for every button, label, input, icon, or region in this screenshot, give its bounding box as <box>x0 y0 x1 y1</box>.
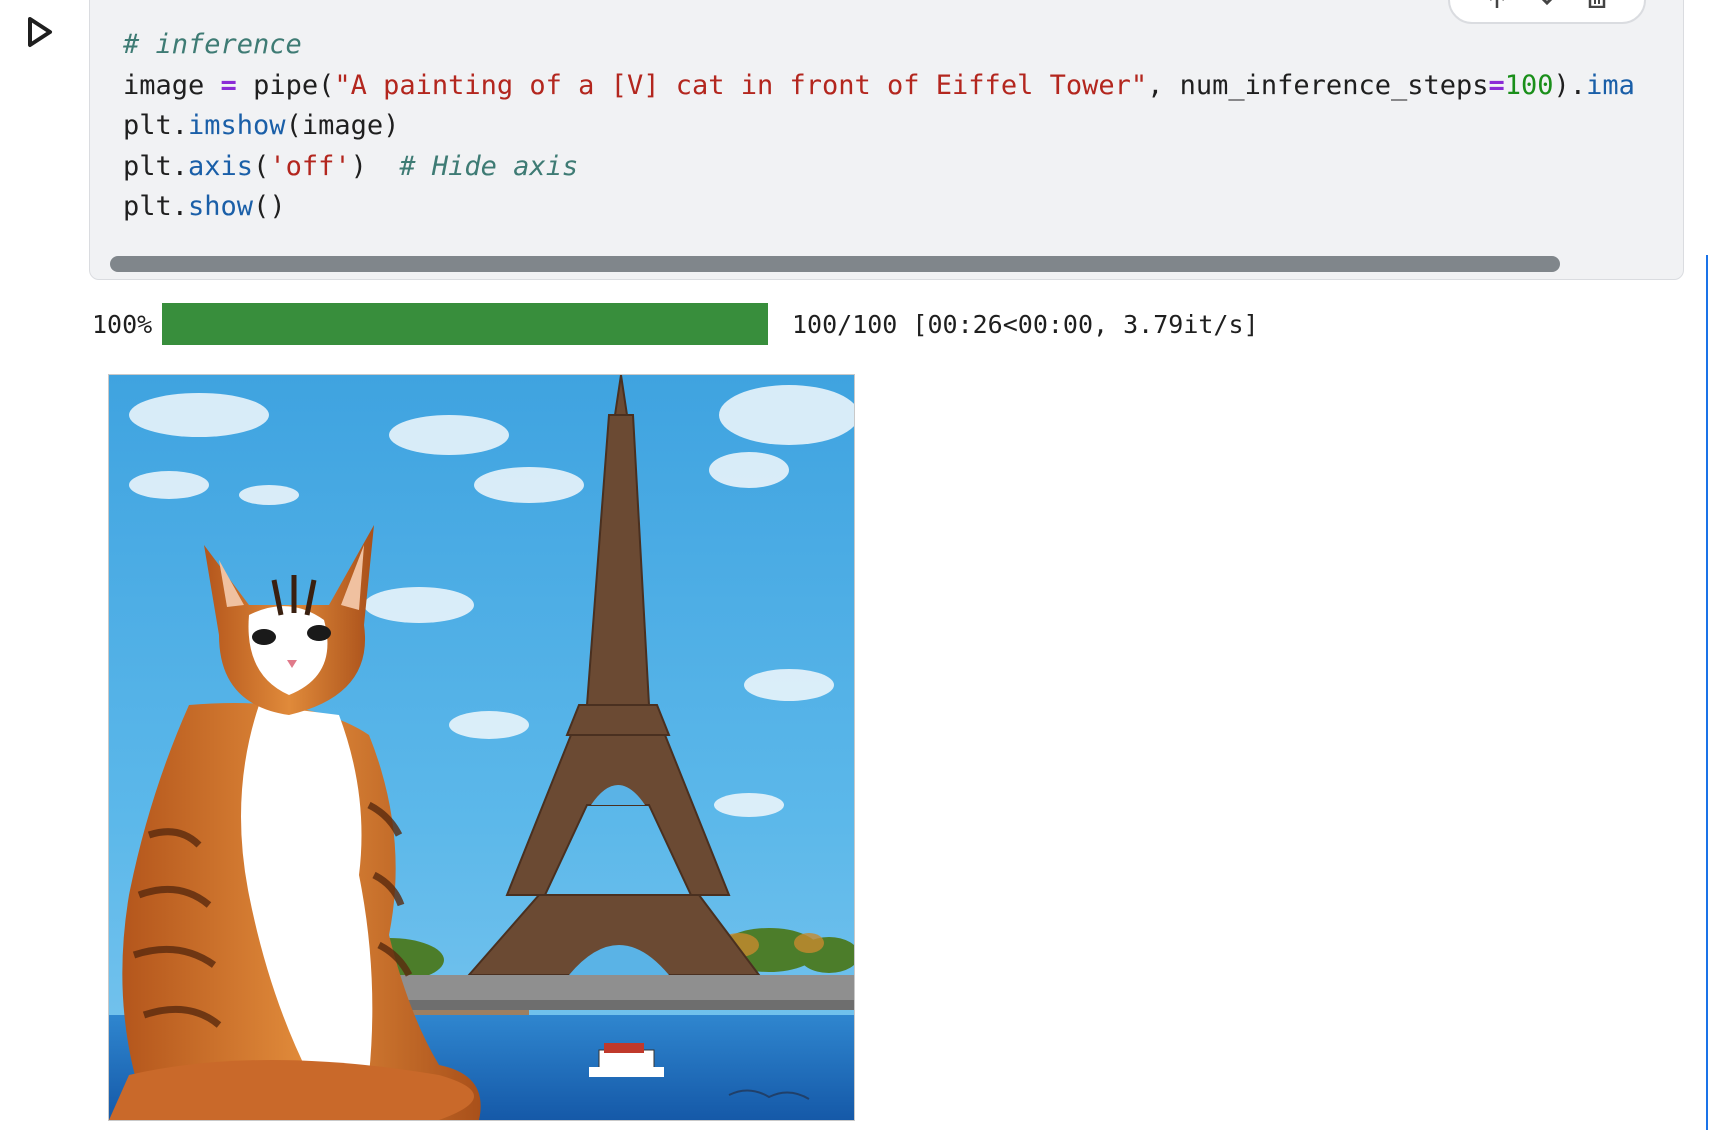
code-token: ) <box>350 150 400 182</box>
code-token: 'off' <box>269 150 351 182</box>
progress-output: 100% 100/100 [00:26<00:00, 3.79it/s] <box>92 302 1259 346</box>
code-token: show <box>188 191 254 222</box>
code-token: = <box>204 69 254 101</box>
code-token: axis <box>188 150 254 182</box>
code-token: plt. <box>123 150 189 182</box>
active-cell-indicator <box>1706 255 1708 1130</box>
code-token: ima <box>1586 69 1635 101</box>
delete-icon[interactable] <box>1586 0 1608 8</box>
output-image <box>108 374 855 1121</box>
code-token: plt. <box>123 110 189 141</box>
progress-bar <box>162 303 768 345</box>
code-token: ( <box>253 150 270 182</box>
progress-stats: 100/100 [00:26<00:00, 3.79it/s] <box>792 309 1259 339</box>
code-editor[interactable]: # inference image = pipe("A painting of … <box>123 25 1635 228</box>
play-icon <box>28 17 52 47</box>
code-token: () <box>253 191 286 222</box>
code-token: pipe( <box>253 69 335 101</box>
comment-inference: # inference <box>123 29 302 60</box>
arrow-up-icon[interactable] <box>1486 0 1508 8</box>
progress-bar-fill <box>162 303 768 345</box>
code-token: (image) <box>285 110 400 141</box>
code-token: imshow <box>188 110 286 141</box>
progress-percent: 100% <box>92 309 153 339</box>
arrow-down-icon[interactable] <box>1536 0 1558 8</box>
prompt-string: "A painting of a [V] cat in front of Eif… <box>334 69 1148 101</box>
code-token: = <box>1488 69 1505 101</box>
code-token: , num_inference_steps <box>1147 69 1489 101</box>
horizontal-scrollbar[interactable] <box>110 256 1560 272</box>
steps-number: 100 <box>1504 69 1554 101</box>
cell-toolbar <box>1448 0 1646 24</box>
code-token: image <box>123 69 205 101</box>
code-token: ). <box>1553 69 1587 101</box>
code-cell[interactable]: # inference image = pipe("A painting of … <box>89 0 1684 280</box>
generated-image <box>109 375 854 1120</box>
code-token: plt. <box>123 191 189 222</box>
run-cell-button[interactable] <box>26 14 56 50</box>
comment-hide-axis: # Hide axis <box>399 150 579 182</box>
